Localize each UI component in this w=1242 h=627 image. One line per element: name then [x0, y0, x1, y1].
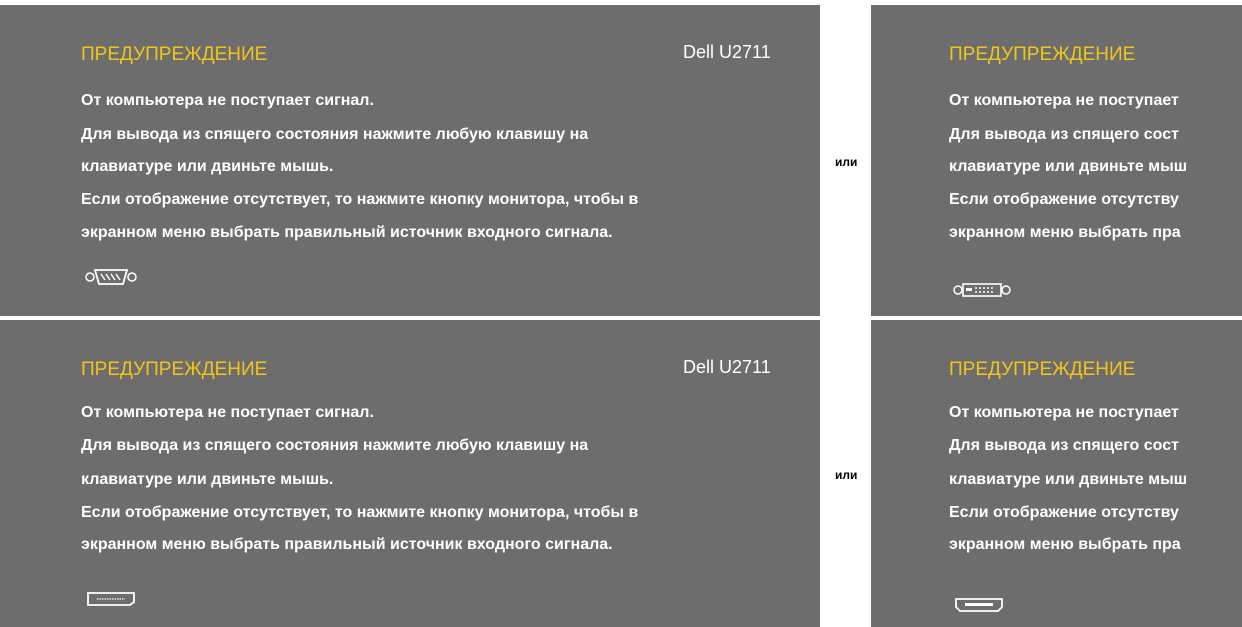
message-line: клавиатуре или двиньте мышь. — [81, 158, 334, 175]
message-line: Для вывода из спящего состояния нажмите … — [81, 437, 589, 454]
monitor-model: Dell U2711 — [683, 42, 771, 62]
message-line: Если отображение отсутствует, то нажмите… — [81, 504, 639, 521]
warning-title: ПРЕДУПРЕЖДЕНИЕ — [949, 359, 1136, 380]
message-line: Для вывода из спящего сост — [949, 126, 1179, 143]
warning-title: ПРЕДУПРЕЖДЕНИЕ — [949, 44, 1136, 65]
message-line: Для вывода из спящего состояния нажмите … — [81, 126, 589, 143]
or-label: или — [835, 155, 858, 169]
message-line: клавиатуре или двиньте мышь. — [81, 471, 334, 488]
message-line: экранном меню выбрать правильный источни… — [81, 224, 613, 241]
message-line: От компьютера не поступает сигнал. — [81, 92, 374, 109]
message-line: экранном меню выбрать правильный источни… — [81, 536, 613, 553]
warning-title: ПРЕДУПРЕЖДЕНИЕ — [81, 359, 268, 380]
message-line: экранном меню выбрать пра — [949, 224, 1181, 241]
message-line: клавиатуре или двиньте мыш — [949, 158, 1188, 175]
message-line: клавиатуре или двиньте мыш — [949, 471, 1188, 488]
warning-panel-hdmi: ПРЕДУПРЕЖДЕНИЕ От компьютера не поступае… — [871, 320, 1242, 627]
message-line: Если отображение отсутству — [949, 504, 1179, 521]
warning-panel-vga: ПРЕДУПРЕЖДЕНИЕ Dell U2711 От компьютера … — [0, 5, 820, 316]
dvi-connector-icon — [953, 281, 1011, 304]
message-line: Если отображение отсутствует, то нажмите… — [81, 191, 639, 208]
message-line: От компьютера не поступает сигнал. — [81, 404, 374, 421]
hdmi-connector-icon — [953, 597, 1005, 618]
message-line: От компьютера не поступает — [949, 404, 1179, 421]
displayport-connector-icon — [85, 591, 137, 612]
or-label: или — [835, 468, 858, 482]
message-line: От компьютера не поступает — [949, 92, 1179, 109]
warning-panel-dvi: ПРЕДУПРЕЖДЕНИЕ От компьютера не поступае… — [871, 5, 1242, 316]
vga-connector-icon — [85, 267, 137, 292]
warning-panel-displayport: ПРЕДУПРЕЖДЕНИЕ Dell U2711 От компьютера … — [0, 320, 820, 627]
message-line: экранном меню выбрать пра — [949, 536, 1181, 553]
monitor-model: Dell U2711 — [683, 357, 771, 377]
message-line: Если отображение отсутству — [949, 191, 1179, 208]
message-line: Для вывода из спящего сост — [949, 437, 1179, 454]
warning-title: ПРЕДУПРЕЖДЕНИЕ — [81, 44, 268, 65]
